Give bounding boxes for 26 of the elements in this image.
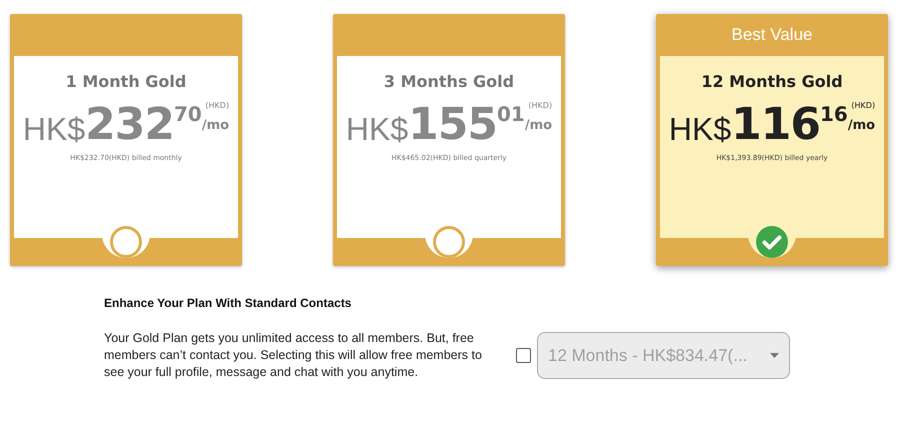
best-value-label: Best Value [732,25,812,45]
checkbox[interactable] [516,348,531,363]
currency-label: HK$ [22,111,86,148]
description-text: Your Gold Plan gets you unlimited access to all members. But, free members can’t contact you. Selecting this will allow free members to see your full profile, message and chat with you anytime. [104,330,483,381]
price-whole: 116 [731,103,820,147]
radio-circle[interactable] [433,226,465,258]
check-icon[interactable] [756,226,788,258]
price-cents: 70 [174,102,202,126]
currency-code: (HKD) [528,101,552,110]
per-month-label: /mo [848,118,876,133]
radio-circle[interactable] [110,226,142,258]
section-heading: Enhance Your Plan With Standard Contacts [104,296,352,310]
plan-name: 12 Months Gold [701,72,843,91]
per-month-label: /mo [202,118,230,133]
caret-icon [770,353,779,358]
price-whole: 155 [408,103,498,147]
price-cents: 01 [497,102,525,126]
plan-name: 1 Month Gold [66,72,186,91]
price-whole: 232 [85,103,174,147]
per-month-label: /mo [524,118,552,133]
currency-label: HK$ [668,111,732,148]
currency-code: (HKD) [851,101,876,110]
price-cents: 16 [820,102,848,126]
currency-label: HK$ [346,111,408,148]
plan-name: 3 Months Gold [384,72,514,91]
currency-code: (HKD) [205,101,230,110]
